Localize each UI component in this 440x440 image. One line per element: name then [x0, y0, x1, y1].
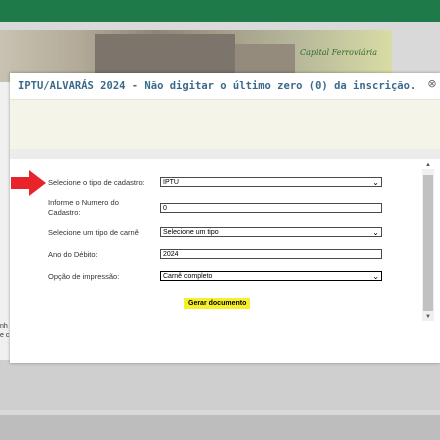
- cadastro-type-select[interactable]: IPTU ⌄: [160, 177, 382, 187]
- dialog-title: IPTU/ALVARÁS 2024 - Não digitar o último…: [18, 80, 417, 92]
- red-arrow-icon: [11, 170, 46, 196]
- side-text-line: nh: [0, 323, 8, 330]
- numero-cadastro-value: 0: [163, 205, 167, 212]
- impressao-value: Carnê completo: [163, 273, 213, 280]
- dialog-separator: [10, 149, 440, 159]
- dialog-header-band: [10, 99, 440, 150]
- carne-type-select[interactable]: Selecione um tipo ⌄: [160, 227, 382, 237]
- impressao-select[interactable]: Carnê completo ⌄: [160, 271, 382, 281]
- background-dim-area: [0, 360, 440, 410]
- banner-logo: Capital Ferroviária: [300, 48, 377, 57]
- form-scrollbar[interactable]: ▲ ▼: [422, 162, 434, 321]
- ano-debito-value: 2024: [163, 251, 179, 258]
- numero-cadastro-input[interactable]: 0: [160, 203, 382, 213]
- chevron-down-icon: ⌄: [372, 272, 379, 281]
- top-header-bar: [0, 0, 440, 22]
- cadastro-type-label: Selecione o tipo de cadastro:: [48, 178, 145, 187]
- generate-document-button[interactable]: Gerar documento: [184, 298, 251, 309]
- footer-bar: [0, 415, 440, 440]
- carne-type-value: Selecione um tipo: [163, 229, 219, 236]
- iptu-dialog: IPTU/ALVARÁS 2024 - Não digitar o último…: [10, 73, 440, 363]
- numero-label-line: Informe o Numero do: [48, 198, 119, 207]
- cadastro-type-value: IPTU: [163, 179, 179, 186]
- numero-cadastro-label: Informe o Numero do Cadastro:: [48, 198, 119, 218]
- close-circle-icon[interactable]: ⊗: [426, 78, 438, 90]
- scroll-thumb[interactable]: [423, 175, 433, 311]
- background-side-text: nh e c: [0, 322, 9, 340]
- numero-label-line: Cadastro:: [48, 208, 81, 217]
- chevron-down-icon: ⌄: [372, 228, 379, 237]
- side-text-line: e c: [0, 332, 10, 339]
- carne-type-label: Selecione um tipo de carnê: [48, 228, 139, 237]
- impressao-label: Opção de impressão:: [48, 272, 120, 281]
- scroll-down-icon[interactable]: ▼: [422, 313, 434, 321]
- scroll-up-icon[interactable]: ▲: [422, 161, 434, 169]
- chevron-down-icon: ⌄: [372, 178, 379, 187]
- ano-debito-input[interactable]: 2024: [160, 249, 382, 259]
- ano-debito-label: Ano do Débito:: [48, 250, 98, 259]
